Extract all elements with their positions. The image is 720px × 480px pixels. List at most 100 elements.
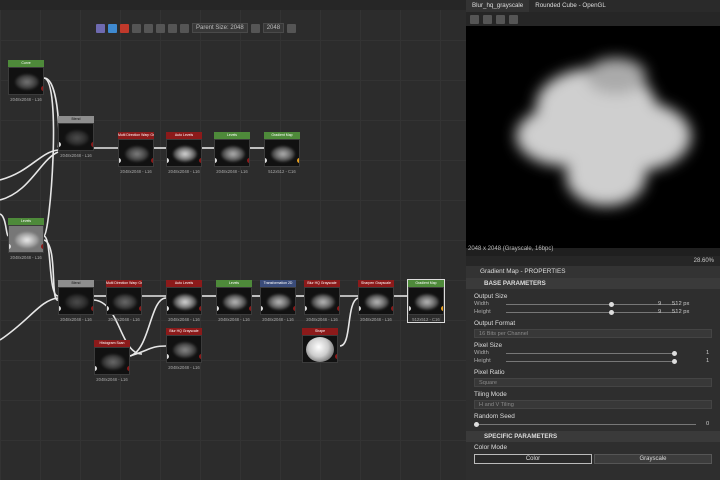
node-gradient-map-selected[interactable]: Gradient Map 512x512 - C16: [407, 279, 445, 323]
node-title: Gradient Map: [264, 132, 300, 139]
node-levels-2[interactable]: Levels 2048x2048 - L16: [216, 280, 252, 322]
color-mode-grayscale-button[interactable]: Grayscale: [594, 454, 712, 464]
viewer-tabs: Blur_hq_grayscale Rounded Cube - OpenGL: [466, 0, 720, 12]
pixel-width-row: Width 1: [466, 349, 720, 357]
node-histogram-scan[interactable]: Histogram Scan 2048x2048 - L16: [94, 340, 130, 382]
pixel-height-row: Height 1: [466, 357, 720, 365]
pixel-height-label: Height: [474, 358, 491, 364]
node-resolution: 2048x2048 - L16: [120, 169, 152, 174]
pixel-ratio-dropdown[interactable]: Square: [474, 378, 712, 387]
node-multi-warp[interactable]: Multi Direction Warp Grayscale 2048x2048…: [118, 132, 154, 174]
node-thumbnail: [358, 287, 394, 315]
slider-knob[interactable]: [609, 302, 614, 307]
random-seed-slider[interactable]: [474, 422, 696, 427]
output-height-value[interactable]: 9: [658, 308, 661, 316]
viewer-image[interactable]: [466, 26, 720, 248]
channels-icon[interactable]: [496, 14, 505, 24]
node-resolution: 2048x2048 - L16: [168, 365, 200, 370]
node-blend-2[interactable]: Blend 2048x2048 - L16: [58, 280, 94, 322]
zoom-value[interactable]: 28.60%: [694, 258, 714, 264]
slider-knob[interactable]: [672, 351, 677, 356]
tab-rounded-cube[interactable]: Rounded Cube - OpenGL: [529, 0, 612, 12]
specific-parameters-section[interactable]: SPECIFIC PARAMETERS: [466, 431, 720, 442]
node-blend[interactable]: Blend 2048x2048 - L16: [58, 116, 94, 158]
tiling-mode-dropdown[interactable]: H and V Tiling: [474, 400, 712, 409]
node-thumbnail: [166, 139, 202, 167]
node-title: Blur HQ Grayscale: [304, 280, 340, 287]
node-thumbnail: [8, 225, 44, 253]
base-parameters-label: BASE PARAMETERS: [484, 280, 546, 287]
node-resolution: 2048x2048 - L16: [60, 317, 92, 322]
node-auto-levels-2[interactable]: Auto Levels 2048x2048 - L16: [166, 280, 202, 322]
pixel-width-slider[interactable]: [506, 351, 677, 356]
node-shape[interactable]: Shape: [302, 328, 338, 363]
node-thumbnail: [58, 123, 94, 151]
color-mode-label: Color Mode: [474, 444, 508, 451]
viewer-toolbar: [466, 12, 720, 26]
viewer-info: 2048 x 2048 (Grayscale, 16bpc): [468, 246, 554, 252]
node-title: Sharpen Grayscale: [358, 280, 394, 287]
save-icon[interactable]: [483, 14, 492, 24]
node-multi-warp-2[interactable]: Multi Direction Warp Grayscale 2048x2048…: [106, 280, 142, 322]
node-curve[interactable]: Curve 2048x2048 - L16: [8, 60, 44, 102]
node-title: Blend: [58, 116, 94, 123]
output-width-value[interactable]: 9: [658, 300, 661, 308]
camera-icon[interactable]: [470, 14, 479, 24]
tab-blur-hq-grayscale[interactable]: Blur_hq_grayscale: [466, 0, 530, 12]
output-height-slider[interactable]: [506, 310, 676, 315]
node-title: Levels: [216, 280, 252, 287]
node-gradient-map[interactable]: Gradient Map 512x512 - C16: [264, 132, 300, 174]
random-seed-label: Random Seed: [474, 413, 515, 420]
pixel-height-slider[interactable]: [506, 359, 677, 364]
properties-title-text: Gradient Map - PROPERTIES: [480, 268, 566, 275]
output-width-label: Width: [474, 301, 489, 307]
node-resolution: 2048x2048 - L16: [216, 169, 248, 174]
pixel-width-value[interactable]: 1: [706, 349, 709, 357]
random-seed-value[interactable]: 0: [706, 420, 709, 428]
node-blur-hq[interactable]: Blur HQ Grayscale 2048x2048 - L16: [304, 280, 340, 322]
output-height-label: Height: [474, 309, 491, 315]
specific-parameters-label: SPECIFIC PARAMETERS: [484, 433, 558, 440]
node-title: Histogram Scan: [94, 340, 130, 347]
output-format-dropdown[interactable]: 16 Bits per Channel: [474, 329, 712, 338]
output-height-px: 512 px: [672, 309, 690, 315]
output-width-row: Width 9 512 px: [466, 300, 720, 308]
node-resolution: 2048x2048 - L16: [60, 153, 92, 158]
node-blur-hq-2[interactable]: Blur HQ Grayscale 2048x2048 - L16: [166, 328, 202, 370]
graph-view[interactable]: Parent Size: 2048 2048 Curve 2048x2048 -…: [0, 0, 466, 480]
settings-icon[interactable]: [509, 14, 518, 24]
node-auto-levels[interactable]: Auto Levels 2048x2048 - L16: [166, 132, 202, 174]
properties-panel: Gradient Map - PROPERTIES BASE PARAMETER…: [466, 266, 720, 480]
properties-title: Gradient Map - PROPERTIES: [466, 266, 720, 278]
node-resolution: 2048x2048 - L16: [262, 317, 294, 322]
output-width-slider[interactable]: [506, 302, 676, 307]
node-title: Curve: [8, 60, 44, 67]
node-resolution: 2048x2048 - L16: [306, 317, 338, 322]
slider-knob[interactable]: [474, 422, 479, 427]
node-title: Shape: [302, 328, 338, 335]
node-sharpen[interactable]: Sharpen Grayscale 2048x2048 - L16: [358, 280, 394, 322]
node-levels[interactable]: Levels 2048x2048 - L16: [214, 132, 250, 174]
pixel-height-value[interactable]: 1: [706, 357, 709, 365]
viewer-statusbar: 28.60%: [466, 256, 720, 266]
node-title: Levels: [214, 132, 250, 139]
slider-knob[interactable]: [672, 359, 677, 364]
output-width-px: 512 px: [672, 301, 690, 307]
node-transformation-2d[interactable]: Transformation 2D 2048x2048 - L16: [260, 280, 296, 322]
node-title: Auto Levels: [166, 280, 202, 287]
base-parameters-section[interactable]: BASE PARAMETERS: [466, 278, 720, 289]
node-resolution: 2048x2048 - L16: [10, 255, 42, 260]
node-levels-left[interactable]: Levels 2048x2048 - L16: [8, 218, 44, 260]
node-title: Levels: [8, 218, 44, 225]
node-thumbnail: [166, 287, 202, 315]
node-title: Gradient Map: [408, 280, 444, 287]
node-title: Multi Direction Warp Grayscale: [106, 280, 142, 287]
node-thumbnail: [166, 335, 202, 363]
node-thumbnail: [408, 287, 444, 315]
node-thumbnail: [304, 287, 340, 315]
color-mode-color-button[interactable]: Color: [474, 454, 592, 464]
node-resolution: 2048x2048 - L16: [168, 169, 200, 174]
node-title: Transformation 2D: [260, 280, 296, 287]
random-seed-row: 0: [466, 420, 720, 428]
slider-knob[interactable]: [609, 310, 614, 315]
